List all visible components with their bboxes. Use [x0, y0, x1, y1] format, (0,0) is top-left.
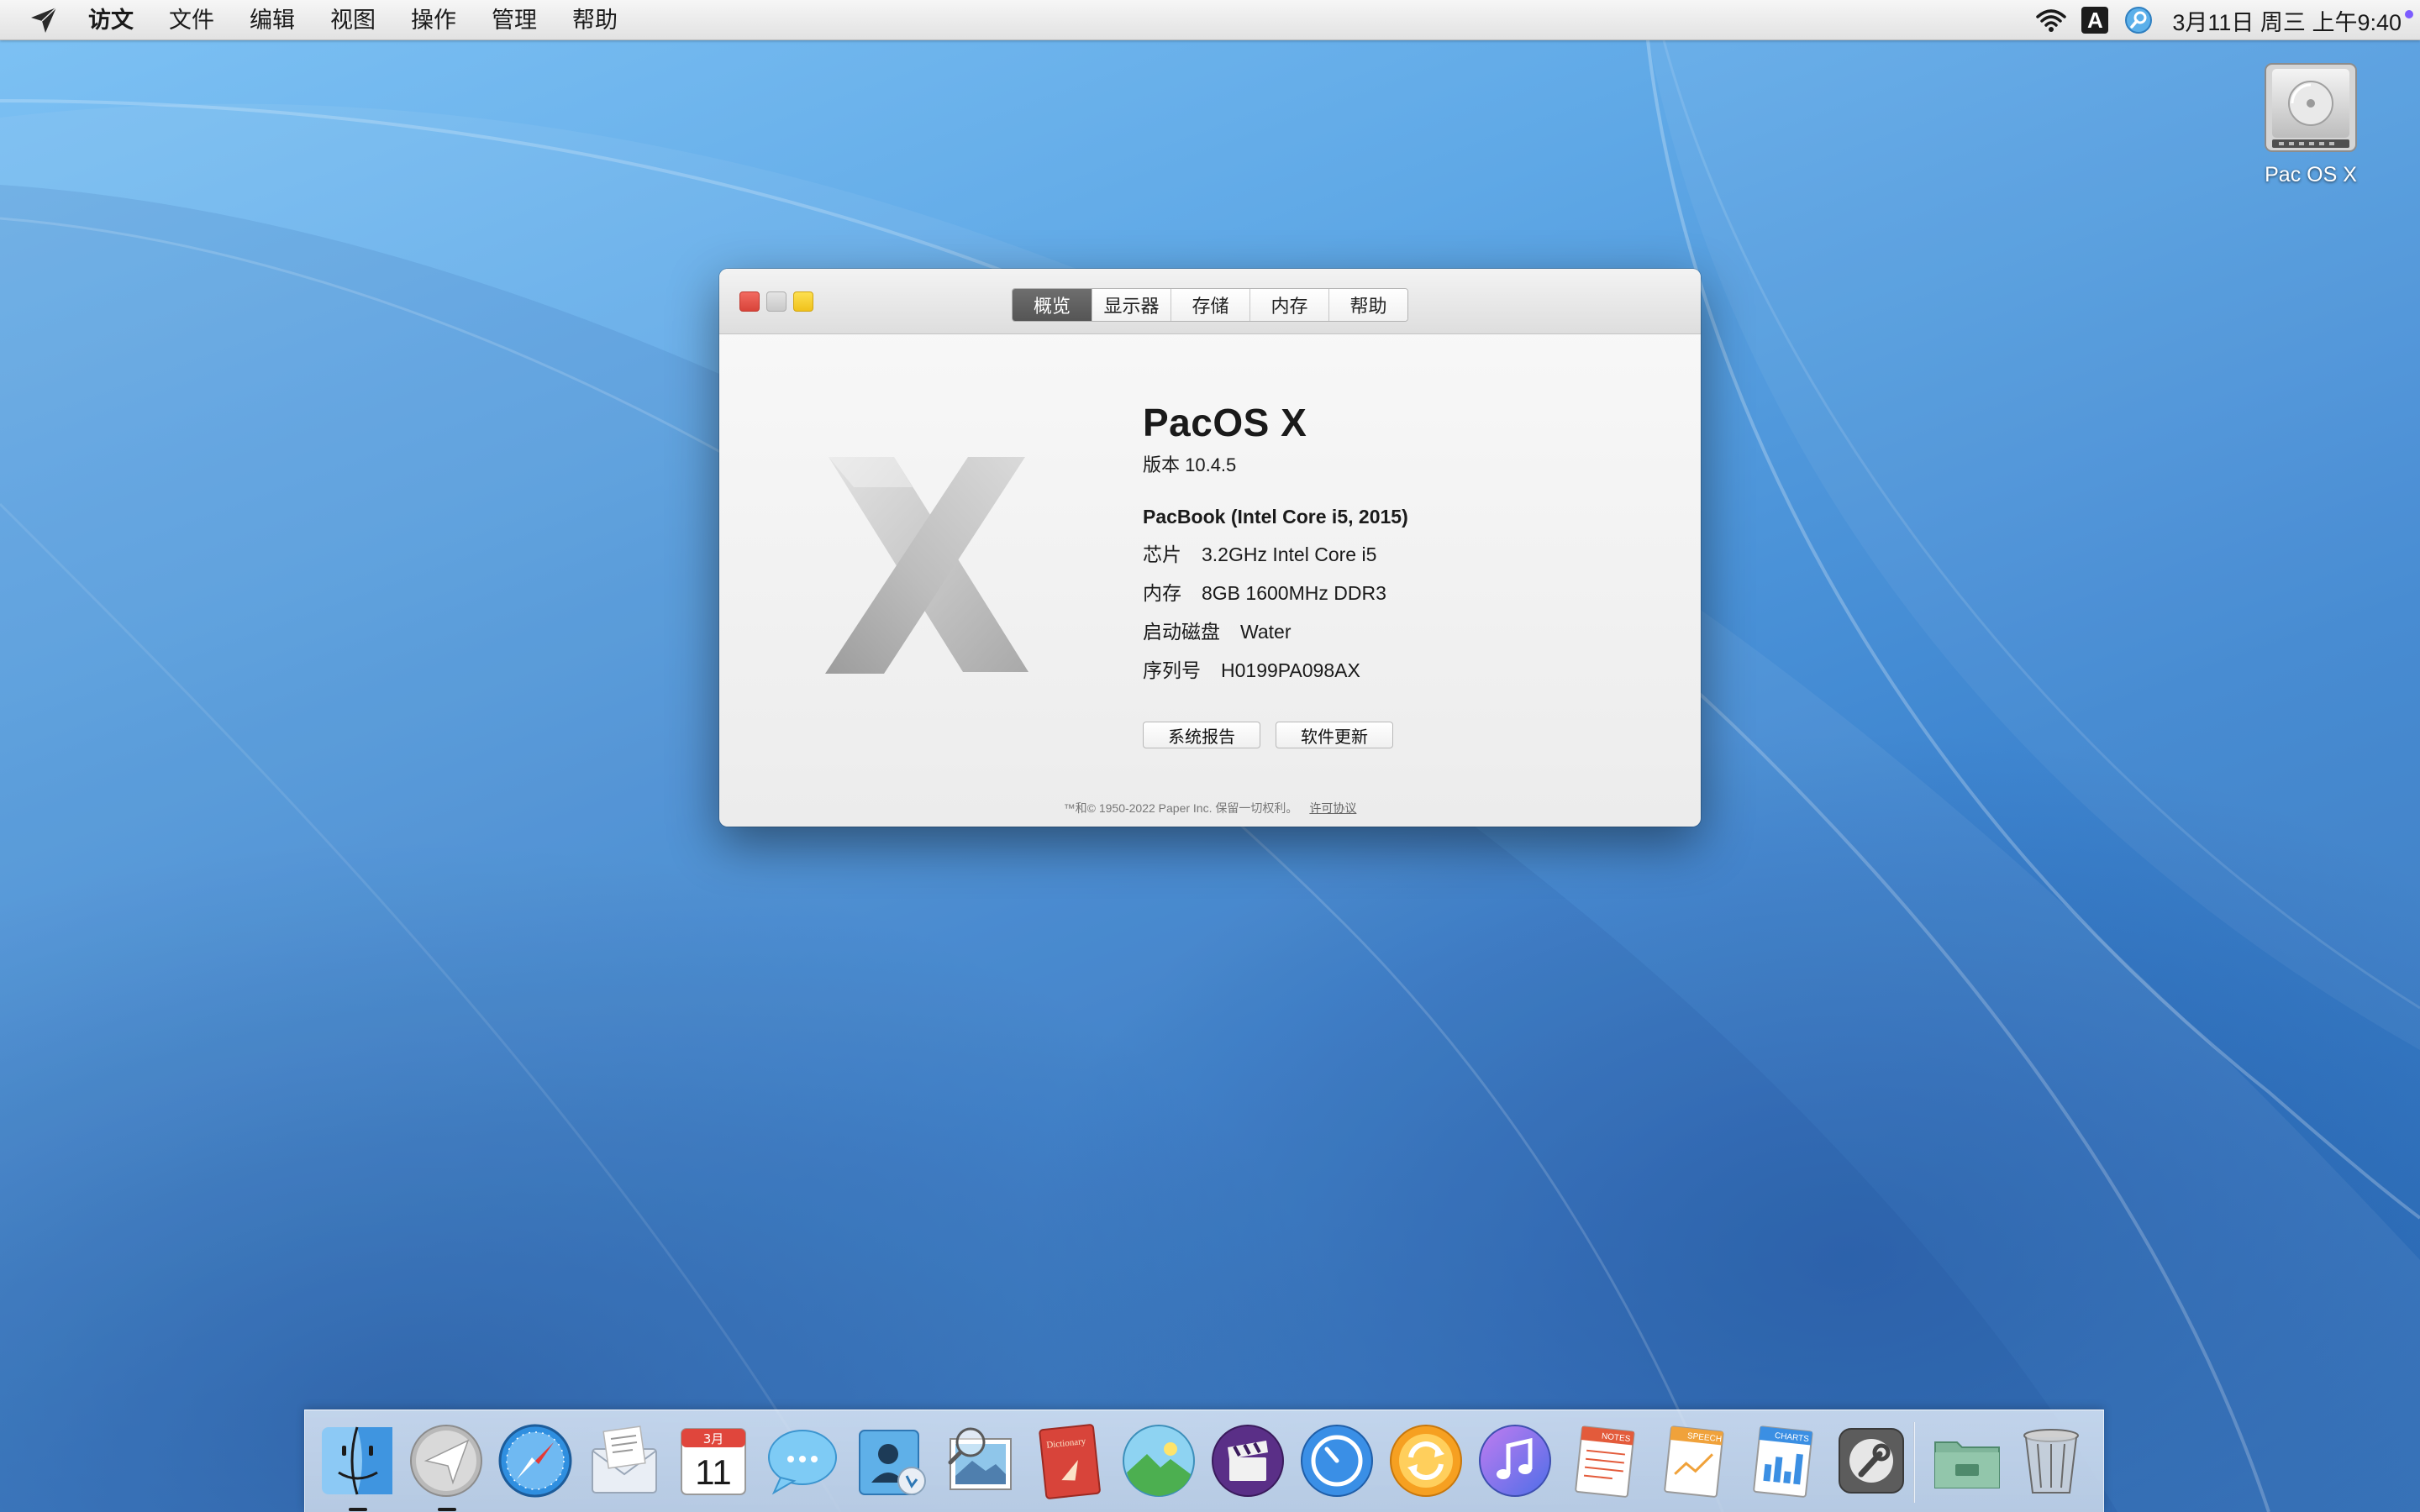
menu-app-name[interactable]: 访文 [71, 0, 151, 40]
spec-value: Water [1240, 621, 1292, 643]
tab-overview[interactable]: 概览 [1013, 289, 1092, 321]
menu-view[interactable]: 视图 [313, 0, 393, 40]
dock: 3月 11 Dictionary NOTES SPEECH CHARTS [304, 1410, 2104, 1512]
desktop-icon-pac-os-x[interactable]: Pac OS X [2244, 57, 2378, 187]
copyright-text: ™和© 1950-2022 Paper Inc. 保留一切权利。 [1063, 801, 1298, 815]
trash-icon [2023, 1429, 2079, 1494]
menu-edit[interactable]: 编辑 [232, 0, 313, 40]
minimize-button[interactable] [766, 291, 786, 312]
dock-music[interactable] [1475, 1420, 1555, 1501]
chat-bubble-icon [768, 1430, 837, 1495]
calendar-icon: 3月 11 [681, 1428, 746, 1495]
spec-key: 启动磁盘 [1143, 621, 1220, 643]
tab-storage[interactable]: 存储 [1171, 289, 1249, 321]
spec-row-startup-disk: 启动磁盘 Water [1143, 616, 1408, 644]
button-row: 系统报告 软件更新 [1143, 722, 1408, 748]
system-info: PacOS X 版本 10.4.5 PacBook (Intel Core i5… [1143, 400, 1408, 748]
notification-dot [2405, 10, 2413, 18]
dock-photos[interactable] [1118, 1420, 1199, 1501]
os-version: 版本 10.4.5 [1143, 454, 1237, 475]
close-button[interactable] [739, 291, 760, 312]
dock-preview[interactable] [940, 1420, 1021, 1501]
music-note-icon [1479, 1425, 1551, 1497]
spec-value: 3.2GHz Intel Core i5 [1202, 543, 1377, 565]
dock-calendar[interactable]: 3月 11 [673, 1420, 754, 1501]
sync-icon [1390, 1425, 1462, 1497]
tab-displays[interactable]: 显示器 [1092, 289, 1171, 321]
spec-value: H0199PA098AX [1221, 659, 1360, 681]
dock-separator [1913, 1422, 1915, 1503]
menu-help[interactable]: 帮助 [555, 0, 635, 40]
notes-icon: NOTES [1575, 1425, 1635, 1498]
charts-doc-icon: CHARTS [1753, 1425, 1813, 1498]
menu-action[interactable]: 操作 [393, 0, 474, 40]
status-area: A 3月11日 周三 上午9:40 [2026, 0, 2420, 40]
system-report-button[interactable]: 系统报告 [1143, 722, 1260, 748]
dock-charts[interactable]: CHARTS [1742, 1420, 1823, 1501]
mail-icon [592, 1425, 657, 1494]
dock-trash[interactable] [2011, 1420, 2091, 1501]
dock-contacts[interactable] [851, 1420, 932, 1501]
os-x-logo-icon [825, 457, 1028, 674]
landscape-icon [1123, 1425, 1195, 1497]
calendar-day: 11 [695, 1452, 732, 1492]
paper-plane-icon[interactable] [24, 0, 64, 40]
segmented-tabs: 概览 显示器 存储 内存 帮助 [1012, 288, 1408, 322]
compass-icon [498, 1424, 572, 1498]
about-window: 概览 显示器 存储 内存 帮助 PacOS X 版本 10.4.5 PacBoo… [719, 269, 1701, 827]
dock-clock[interactable] [1297, 1420, 1377, 1501]
spec-row-chip: 芯片 3.2GHz Intel Core i5 [1143, 538, 1408, 567]
os-name: PacOS X [1143, 401, 1307, 444]
dock-system-utility[interactable] [1831, 1420, 1912, 1501]
dock-notes[interactable]: NOTES [1564, 1420, 1644, 1501]
spec-key: 序列号 [1143, 659, 1201, 681]
dock-speech[interactable]: SPEECH [1653, 1420, 1733, 1501]
clapperboard-icon [1212, 1425, 1284, 1497]
dock-messages[interactable] [762, 1420, 843, 1501]
menu-file[interactable]: 文件 [151, 0, 232, 40]
license-agreement-link[interactable]: 许可协议 [1309, 801, 1356, 815]
copyright-footer: ™和© 1950-2022 Paper Inc. 保留一切权利。 许可协议 [719, 800, 1701, 816]
dock-movie[interactable] [1207, 1420, 1288, 1501]
menubar-clock[interactable]: 3月11日 周三 上午9:40 [2172, 4, 2402, 37]
running-indicator [349, 1508, 367, 1511]
hard-drive-icon [2265, 63, 2357, 152]
spec-value: 8GB 1600MHz DDR3 [1202, 582, 1386, 604]
menu-manage[interactable]: 管理 [474, 0, 555, 40]
spec-key: 内存 [1143, 582, 1181, 604]
machine-model: PacBook (Intel Core i5, 2015) [1143, 506, 1408, 528]
clock-icon [1301, 1425, 1373, 1497]
folder-icon [1934, 1441, 2000, 1488]
dock-safari[interactable] [495, 1420, 576, 1501]
wifi-icon[interactable] [2033, 0, 2070, 40]
zoom-button[interactable] [793, 291, 813, 312]
dock-launchpad[interactable] [406, 1420, 487, 1511]
dock-sync[interactable] [1386, 1420, 1466, 1501]
spec-row-memory: 内存 8GB 1600MHz DDR3 [1143, 577, 1408, 606]
speech-doc-icon: SPEECH [1664, 1425, 1724, 1498]
running-indicator [438, 1508, 456, 1511]
calendar-month: 3月 [703, 1431, 724, 1446]
software-update-button[interactable]: 软件更新 [1276, 722, 1393, 748]
tab-support[interactable]: 帮助 [1328, 289, 1407, 321]
desktop-icon-label: Pac OS X [2265, 163, 2357, 186]
dock-dictionary[interactable]: Dictionary [1029, 1420, 1110, 1501]
window-titlebar[interactable]: 概览 显示器 存储 内存 帮助 [719, 269, 1701, 334]
photo-viewer-icon [948, 1427, 1012, 1490]
dock-finder[interactable] [317, 1420, 397, 1511]
dock-folder[interactable] [1927, 1420, 2007, 1501]
dock-mail[interactable] [584, 1420, 665, 1501]
spec-key: 芯片 [1143, 543, 1181, 565]
finder-icon [322, 1426, 392, 1495]
dictionary-book-icon: Dictionary [1039, 1424, 1101, 1499]
paper-plane-app-icon [410, 1425, 482, 1497]
spec-row-serial: 序列号 H0199PA098AX [1143, 654, 1408, 683]
wrench-icon [1839, 1428, 1904, 1494]
menubar: 访文 文件 编辑 视图 操作 管理 帮助 A 3月11日 周三 上午9:40 [0, 0, 2420, 40]
tab-memory[interactable]: 内存 [1249, 289, 1328, 321]
input-source-letter: A [2081, 7, 2109, 34]
input-source-icon[interactable]: A [2076, 0, 2113, 40]
contacts-icon [859, 1430, 926, 1495]
spotlight-icon[interactable] [2120, 0, 2157, 40]
